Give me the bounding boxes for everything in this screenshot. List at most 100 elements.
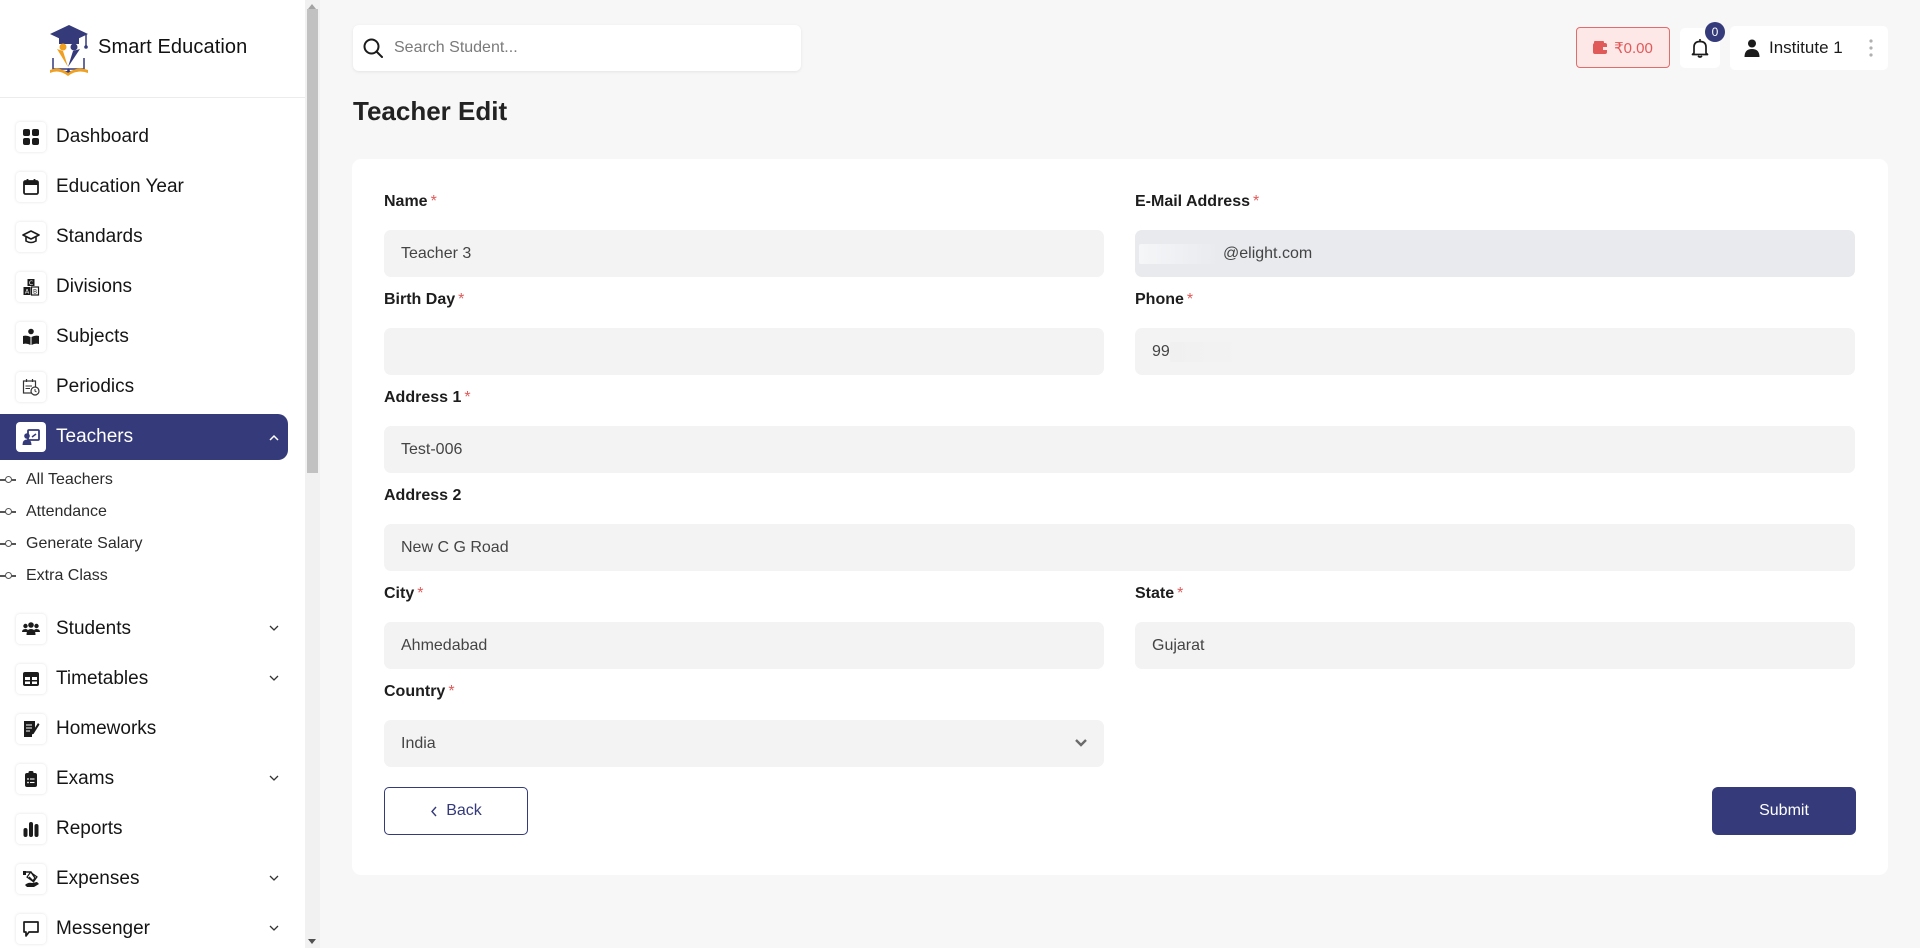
submenu-item-all-teachers[interactable]: All Teachers [0, 464, 305, 496]
chevron-left-icon [431, 806, 437, 816]
birthday-input-wrap[interactable] [384, 328, 1104, 375]
sidebar-item-label: Students [56, 618, 131, 639]
sidebar-item-exams[interactable]: Exams [0, 754, 305, 804]
address1-field: Address 1 * [384, 389, 1855, 473]
phone-input[interactable]: 99 [1135, 328, 1855, 375]
wallet-balance-button[interactable]: ₹0.00 [1576, 27, 1670, 68]
name-input-wrap[interactable] [384, 230, 1104, 277]
submenu-item-label: All Teachers [26, 471, 113, 488]
redacted-text [1139, 243, 1219, 264]
email-input[interactable]: @elight.com [1135, 230, 1855, 277]
birthday-field: Birth Day * [384, 291, 1104, 375]
scrollbar-thumb[interactable] [307, 9, 318, 473]
submenu-item-label: Generate Salary [26, 535, 143, 552]
sidebar-item-label: Timetables [56, 668, 149, 689]
city-input[interactable] [401, 636, 1104, 655]
submenu-item-generate-salary[interactable]: Generate Salary [0, 528, 305, 560]
teacher-edit-form: Name* E-Mail Address* @elight.com Birth … [352, 159, 1888, 875]
state-input-wrap[interactable] [1135, 622, 1855, 669]
graduation-cap-icon [16, 222, 46, 252]
profile-menu-button[interactable]: Institute 1 [1730, 26, 1888, 70]
back-button[interactable]: Back [384, 787, 528, 835]
sidebar-item-label: Homeworks [56, 718, 157, 739]
state-input[interactable] [1152, 636, 1855, 655]
sidebar-item-subjects[interactable]: Subjects [0, 312, 305, 362]
chevron-down-icon[interactable] [268, 772, 280, 784]
city-input-wrap[interactable] [384, 622, 1104, 669]
sidebar-item-label: Expenses [56, 868, 140, 889]
sidebar-item-messenger[interactable]: Messenger [0, 904, 305, 948]
country-field: Country * India [384, 683, 1104, 767]
wallet-icon [1593, 41, 1608, 54]
scroll-down-arrow-icon[interactable] [308, 939, 316, 944]
email-value: @elight.com [1223, 244, 1313, 262]
sidebar-item-label: Subjects [56, 326, 129, 347]
calendar-clock-icon [16, 372, 46, 402]
hand-money-icon [16, 864, 46, 894]
sidebar-item-label: Divisions [56, 276, 133, 297]
search-box[interactable] [353, 25, 801, 71]
address2-input-wrap[interactable] [384, 524, 1855, 571]
bar-chart-icon [16, 814, 46, 844]
sidebar-item-label: Messenger [56, 918, 150, 939]
chat-bubble-icon [16, 914, 46, 944]
required-mark: * [1177, 585, 1184, 602]
kebab-menu-icon[interactable] [1869, 38, 1873, 58]
country-select[interactable]: India [384, 720, 1104, 767]
brand[interactable]: Smart Education [0, 0, 305, 98]
name-label: Name * [384, 193, 437, 210]
required-mark: * [417, 585, 424, 602]
required-mark: * [1186, 291, 1194, 308]
required-mark: * [464, 389, 471, 406]
sidebar-item-dashboard[interactable]: Dashboard [0, 112, 305, 162]
address1-input[interactable] [401, 440, 1855, 459]
sidebar-item-periodics[interactable]: Periodics [0, 362, 305, 412]
sidebar-item-students[interactable]: Students [0, 604, 305, 654]
chevron-up-icon[interactable] [268, 432, 280, 444]
clipboard-list-icon [16, 764, 46, 794]
user-icon [1744, 39, 1760, 57]
city-label: City * [384, 585, 424, 602]
sidebar-item-reports[interactable]: Reports [0, 804, 305, 854]
search-input[interactable] [394, 39, 774, 57]
sidebar-item-timetables[interactable]: Timetables [0, 654, 305, 704]
sidebar-item-education-year[interactable]: Education Year [0, 162, 305, 212]
submit-button[interactable]: Submit [1712, 787, 1856, 835]
name-input[interactable] [401, 244, 1104, 263]
sidebar-item-label: Dashboard [56, 126, 149, 147]
abc-blocks-icon: CAB [16, 272, 46, 302]
sidebar: Smart Education Dashboard Education Year… [0, 0, 305, 948]
sidebar-item-label: Standards [56, 226, 143, 247]
chevron-down-icon[interactable] [268, 922, 280, 934]
submenu-item-extra-class[interactable]: Extra Class [0, 560, 305, 592]
sidebar-scrollbar[interactable] [305, 0, 320, 948]
state-field: State * [1135, 585, 1855, 669]
submenu-item-label: Attendance [26, 503, 107, 520]
teachers-submenu: All Teachers Attendance Generate Salary … [0, 462, 305, 604]
sidebar-item-expenses[interactable]: Expenses [0, 854, 305, 904]
notification-count-badge: 0 [1705, 22, 1725, 42]
sidebar-item-divisions[interactable]: CAB Divisions [0, 262, 305, 312]
required-mark: * [448, 683, 455, 700]
svg-text:B: B [33, 289, 37, 296]
bullet-icon [0, 475, 16, 485]
address2-input[interactable] [401, 538, 1855, 557]
search-icon [363, 38, 383, 58]
brand-name: Smart Education [98, 36, 248, 58]
chevron-down-icon[interactable] [268, 672, 280, 684]
sidebar-item-label: Reports [56, 818, 123, 839]
sidebar-item-standards[interactable]: Standards [0, 212, 305, 262]
email-field: E-Mail Address * @elight.com [1135, 193, 1855, 277]
sidebar-item-teachers[interactable]: Teachers [0, 414, 288, 460]
chevron-down-icon[interactable] [268, 622, 280, 634]
country-selected-value: India [401, 734, 436, 752]
submenu-item-attendance[interactable]: Attendance [0, 496, 305, 528]
address1-input-wrap[interactable] [384, 426, 1855, 473]
name-field: Name * [384, 193, 1104, 277]
required-mark: * [430, 193, 437, 210]
profile-name: Institute 1 [1769, 38, 1843, 57]
sidebar-item-label: Exams [56, 768, 115, 789]
birthday-input[interactable] [401, 342, 1104, 361]
sidebar-item-homeworks[interactable]: Homeworks [0, 704, 305, 754]
chevron-down-icon[interactable] [268, 872, 280, 884]
